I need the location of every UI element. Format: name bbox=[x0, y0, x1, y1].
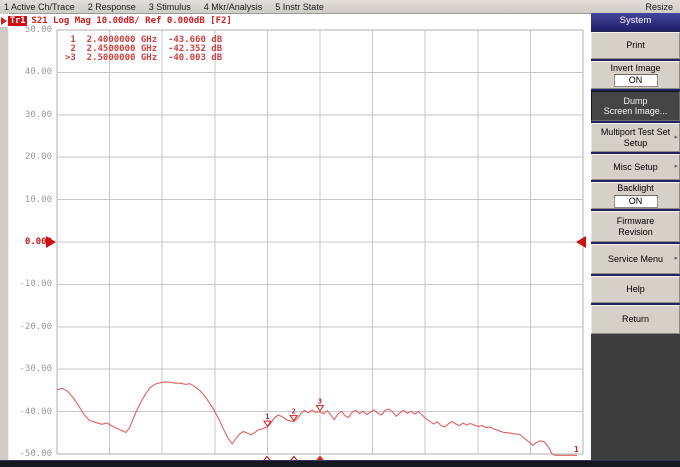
menubar: 1 Active Ch/Trace 2 Response 3 Stimulus … bbox=[0, 0, 680, 14]
marker-2-glyph-label: 2 bbox=[292, 408, 296, 416]
softkey-help[interactable]: Help bbox=[591, 276, 680, 303]
softkey-label: Service Menu bbox=[608, 254, 663, 265]
ref-level-indicator-left-icon bbox=[46, 236, 56, 248]
menu-response[interactable]: 2 Response bbox=[88, 2, 136, 12]
softkey-label: Multiport Test Set bbox=[601, 127, 670, 138]
softkey-service-menu[interactable]: Service Menu ▸ bbox=[591, 244, 680, 274]
submenu-arrow-icon: ▸ bbox=[674, 254, 678, 265]
ref-level-value: 0.000 bbox=[4, 237, 52, 247]
softkey-label: Setup bbox=[624, 138, 648, 149]
menu-resize[interactable]: Resize bbox=[645, 2, 673, 12]
trace-status-line: Tr1 S21 Log Mag 10.00dB/ Ref 0.000dB [F2… bbox=[0, 14, 583, 27]
y-axis-tick-label: -40.00 bbox=[4, 407, 52, 417]
y-axis-tick-label: 10.00 bbox=[4, 195, 52, 205]
trace-number-label: 1 bbox=[574, 445, 579, 454]
softkey-invert-image[interactable]: Invert ImageON bbox=[591, 61, 680, 89]
softkey-label: Invert Image bbox=[610, 63, 660, 74]
menu-stimulus[interactable]: 3 Stimulus bbox=[149, 2, 191, 12]
softkey-toggle-state: ON bbox=[614, 74, 658, 87]
trace-line bbox=[57, 382, 577, 455]
softkey-toggle-state: ON bbox=[614, 195, 658, 208]
marker-1-glyph-label: 1 bbox=[265, 413, 269, 421]
softkey-label: System bbox=[620, 16, 652, 27]
softkey-dump-screen-image[interactable]: DumpScreen Image... bbox=[591, 91, 680, 121]
softkey-return[interactable]: Return bbox=[591, 305, 680, 334]
softkey-label: Dump bbox=[623, 96, 647, 107]
y-axis-tick-label: -30.00 bbox=[4, 364, 52, 374]
softkey-label: Help bbox=[626, 284, 645, 295]
y-axis-tick-label: 30.00 bbox=[4, 110, 52, 120]
marker-3-glyph-label: 3 bbox=[318, 398, 322, 406]
softkey-firmware-revision[interactable]: FirmwareRevision bbox=[591, 211, 680, 242]
active-trace-pointer-icon bbox=[1, 17, 7, 25]
y-axis-tick-label: 20.00 bbox=[4, 152, 52, 162]
softkey-misc-setup[interactable]: Misc Setup ▸ bbox=[591, 154, 680, 180]
marker-3-glyph-icon bbox=[317, 406, 324, 411]
y-axis-tick-label: 40.00 bbox=[4, 67, 52, 77]
trace-status-text: S21 Log Mag 10.00dB/ Ref 0.000dB [F2] bbox=[31, 16, 231, 26]
y-axis-tick-label: -50.00 bbox=[4, 449, 52, 459]
marker-readout: 1 2.4000000 GHz -43.660 dB 2 2.4500000 G… bbox=[65, 36, 222, 63]
submenu-arrow-icon: ▸ bbox=[674, 132, 678, 143]
softkey-print[interactable]: Print bbox=[591, 32, 680, 59]
softkey-multiport-test-set-setup[interactable]: Multiport Test SetSetup ▸ bbox=[591, 123, 680, 152]
marker-readout-row: >3 2.5000000 GHz -40.003 dB bbox=[65, 54, 222, 63]
softkey-label: Print bbox=[626, 40, 645, 51]
bottom-bar bbox=[0, 460, 680, 467]
vna-screen: 1 Active Ch/Trace 2 Response 3 Stimulus … bbox=[0, 0, 680, 467]
menu-active-ch-trace[interactable]: 1 Active Ch/Trace bbox=[4, 2, 75, 12]
softkey-menu-title: System bbox=[591, 13, 680, 30]
trace1-badge[interactable]: Tr1 bbox=[8, 16, 27, 26]
softkey-label: Revision bbox=[618, 227, 653, 238]
menu-instr-state[interactable]: 5 Instr State bbox=[275, 2, 324, 12]
submenu-arrow-icon: ▸ bbox=[674, 162, 678, 173]
softkey-backlight[interactable]: BacklightON bbox=[591, 182, 680, 209]
softkey-label: Misc Setup bbox=[613, 162, 658, 173]
softkey-panel: SystemPrintInvert ImageONDumpScreen Imag… bbox=[591, 13, 680, 460]
softkey-label: Return bbox=[622, 314, 649, 325]
y-axis-tick-label: 50.00 bbox=[4, 25, 52, 35]
softkey-label: Firmware bbox=[617, 216, 655, 227]
y-axis-tick-label: -10.00 bbox=[4, 279, 52, 289]
graticule: 1 2 3 bbox=[57, 30, 583, 454]
softkey-label: Backlight bbox=[617, 183, 654, 194]
y-axis-tick-label: -20.00 bbox=[4, 322, 52, 332]
softkey-label: Screen Image... bbox=[604, 106, 668, 117]
menu-mkr-analysis[interactable]: 4 Mkr/Analysis bbox=[204, 2, 263, 12]
ref-level-indicator-right-icon bbox=[576, 236, 586, 248]
